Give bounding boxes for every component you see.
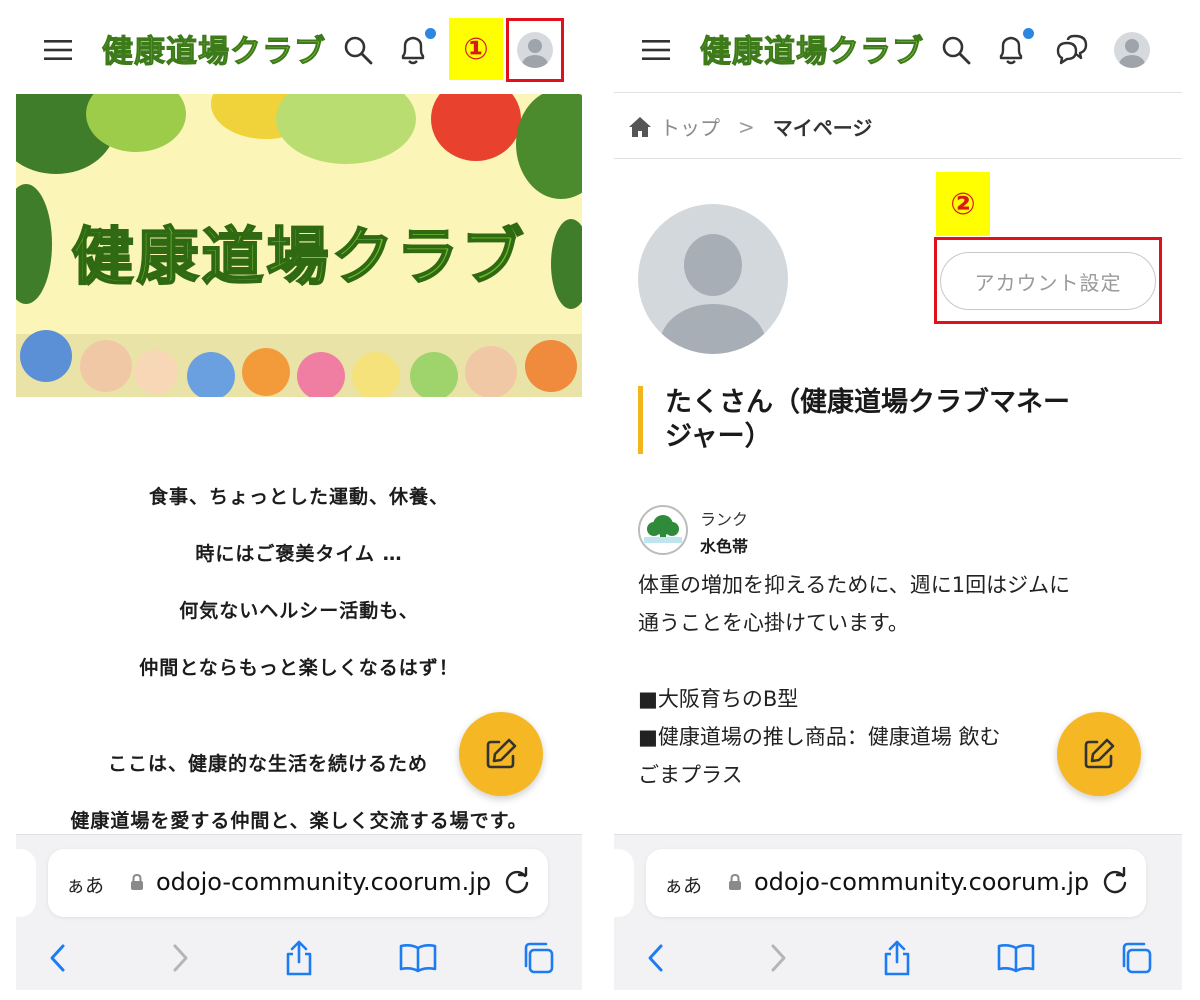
menu-icon[interactable] — [636, 30, 676, 70]
rank-value: 水色帯 — [700, 537, 749, 556]
intro-line-1: 食事、ちょっとした運動、休養、 — [148, 486, 449, 508]
user-name-line-2: ジャー） — [665, 421, 772, 452]
lock-icon — [131, 873, 143, 890]
site-logo[interactable]: 健康道場クラブ — [700, 26, 924, 71]
bookmarks-icon[interactable] — [398, 938, 438, 978]
compose-button[interactable] — [1057, 712, 1141, 796]
account-settings-button[interactable]: アカウント設定 — [940, 252, 1156, 310]
share-icon[interactable] — [877, 938, 917, 978]
bio-line-1: 体重の増加を抑えるために、週に1回はジムに — [638, 573, 1071, 597]
breadcrumb: トップ > マイページ — [628, 112, 872, 141]
chat-icon[interactable] — [1052, 30, 1092, 70]
breadcrumb-top-link[interactable]: トップ — [660, 112, 720, 141]
site-logo[interactable]: 健康道場クラブ — [102, 26, 326, 71]
text-size-button[interactable]: ぁあ — [664, 871, 702, 898]
reload-icon[interactable] — [502, 867, 532, 897]
user-name-line-1: たくさん（健康道場クラブマネー — [665, 387, 1070, 418]
url-text: odojo-community.coorum.jp — [754, 868, 1090, 896]
intro-line-2: 時にはご褒美タイム … — [195, 543, 403, 565]
hero-banner: 健康道場クラブ — [16, 94, 582, 397]
breadcrumb-divider — [614, 158, 1182, 159]
search-icon[interactable] — [338, 30, 378, 70]
home-icon[interactable] — [628, 116, 652, 138]
right-phone-screen: 健康道場クラブ トップ > マイページ ② アカウント設定 たくさん（健康道場ク… — [614, 0, 1182, 990]
menu-icon[interactable] — [38, 30, 78, 70]
avatar-button[interactable] — [1112, 30, 1152, 70]
tabs-icon[interactable] — [1116, 938, 1156, 978]
intro-line-3: 何気ないヘルシー活動も、 — [179, 600, 419, 622]
bio-line-2: 通うことを心掛けています。 — [638, 611, 909, 635]
edit-icon — [1084, 738, 1115, 769]
user-name: たくさん（健康道場クラブマネー ジャー） — [638, 386, 1138, 454]
share-icon[interactable] — [279, 938, 319, 978]
back-icon[interactable] — [636, 938, 676, 978]
bio-line-4: ■大阪育ちのB型 — [638, 687, 799, 711]
forward-icon[interactable] — [160, 938, 200, 978]
rank-label: ランク — [700, 510, 749, 529]
intro-line-6: 健康道場を愛する仲間と、楽しく交流する場です。 — [70, 810, 528, 832]
top-bar: 健康道場クラブ — [614, 0, 1182, 92]
url-text: odojo-community.coorum.jp — [156, 868, 492, 896]
breadcrumb-separator: > — [738, 114, 755, 139]
address-bar[interactable]: ぁあ odojo-community.coorum.jp — [646, 849, 1146, 917]
browser-address-bar-area: ぁあ odojo-community.coorum.jp — [614, 834, 1182, 926]
rank-badge-icon — [638, 505, 688, 555]
notification-dot — [425, 28, 436, 39]
bio-line-3 — [638, 642, 1158, 680]
forward-icon[interactable] — [758, 938, 798, 978]
header-divider — [614, 92, 1182, 93]
left-phone-screen: 健康道場クラブ ① 健康道場クラブ 食事、ちょっとした運動、休養、 時にはご褒美… — [16, 0, 582, 990]
breadcrumb-current: マイページ — [772, 116, 873, 140]
search-icon[interactable] — [936, 30, 976, 70]
banner-title: 健康道場クラブ — [70, 219, 527, 294]
compose-button[interactable] — [459, 712, 543, 796]
bookmarks-icon[interactable] — [996, 938, 1036, 978]
avatar-icon — [517, 32, 553, 68]
intro-line-4: 仲間とならもっと楽しくなるはず！ — [139, 657, 459, 679]
browser-address-bar-area: ぁあ odojo-community.coorum.jp — [16, 834, 582, 926]
avatar-button[interactable] — [515, 30, 555, 70]
notification-dot — [1023, 28, 1034, 39]
step-1-badge: ① — [449, 18, 503, 80]
edit-icon — [486, 738, 517, 769]
previous-tab-stub[interactable] — [16, 849, 36, 917]
browser-toolbar — [614, 926, 1182, 990]
back-icon[interactable] — [38, 938, 78, 978]
browser-toolbar — [16, 926, 582, 990]
top-bar: 健康道場クラブ ① — [16, 0, 582, 92]
profile-avatar — [638, 204, 788, 354]
previous-tab-stub[interactable] — [614, 849, 634, 917]
avatar-icon — [1114, 32, 1150, 68]
reload-icon[interactable] — [1100, 867, 1130, 897]
address-bar[interactable]: ぁあ odojo-community.coorum.jp — [48, 849, 548, 917]
step-2-badge: ② — [936, 172, 990, 236]
text-size-button[interactable]: ぁあ — [66, 871, 104, 898]
tabs-icon[interactable] — [518, 938, 558, 978]
lock-icon — [729, 873, 741, 890]
